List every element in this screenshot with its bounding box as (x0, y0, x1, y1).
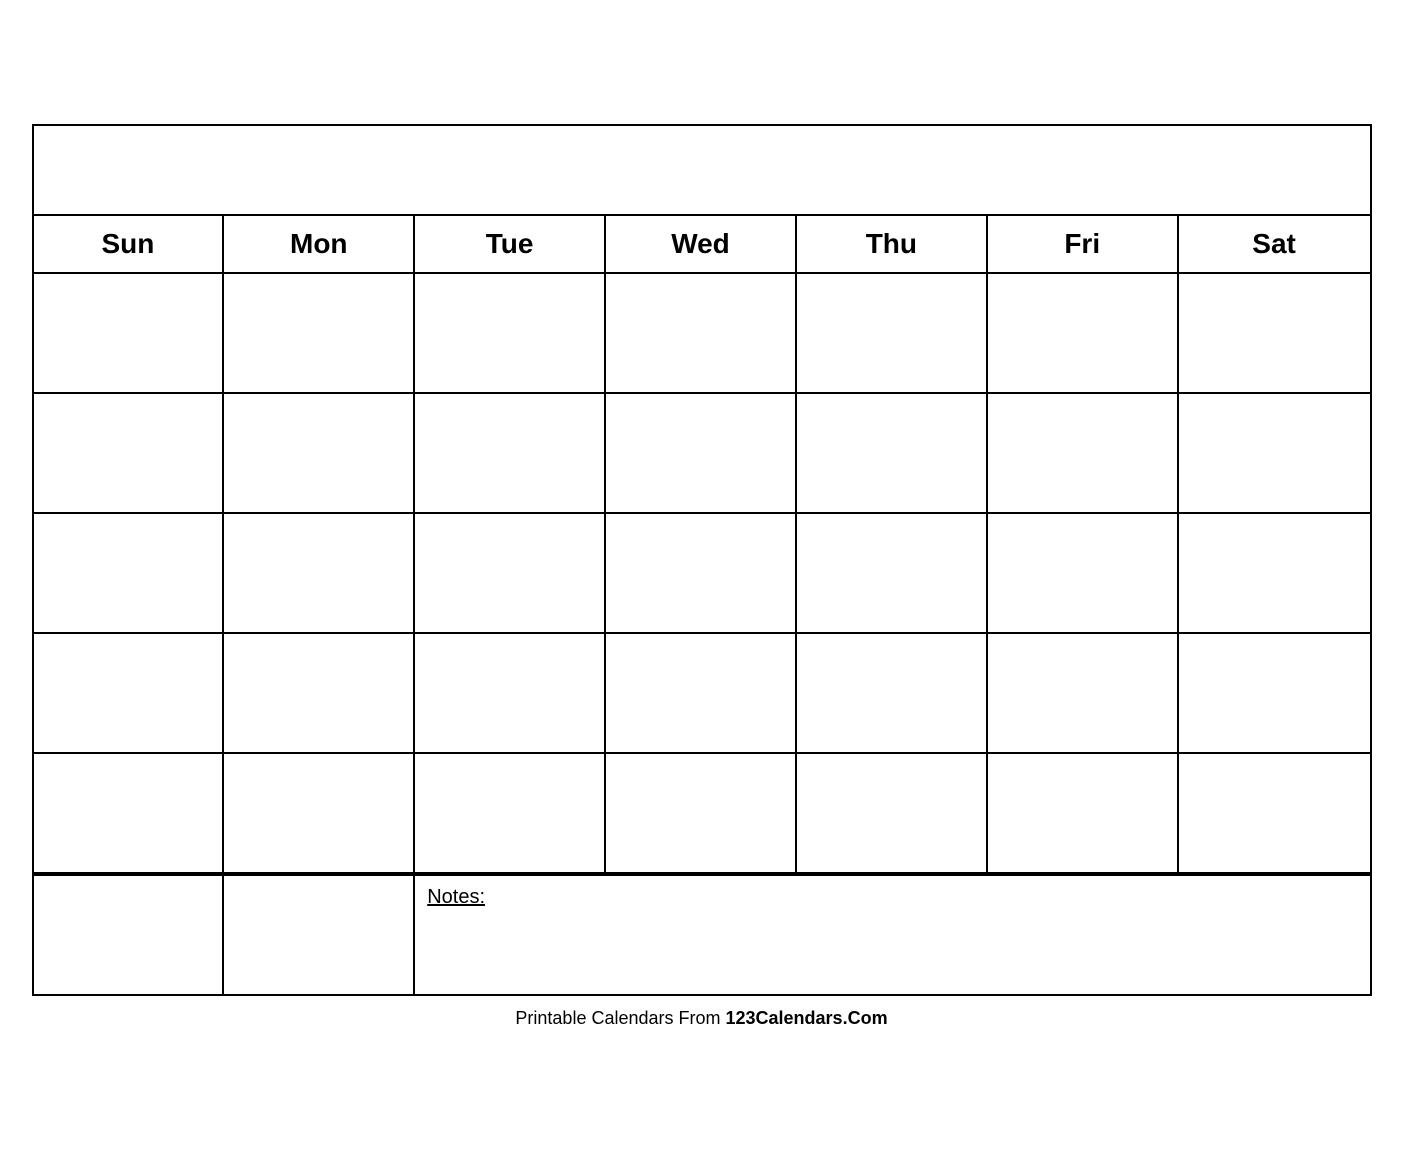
notes-row: Notes: (34, 874, 1370, 994)
cell-3-tue[interactable] (415, 514, 606, 632)
notes-empty-2 (224, 876, 415, 994)
cell-3-sat[interactable] (1179, 514, 1370, 632)
cell-3-wed[interactable] (606, 514, 797, 632)
cell-3-sun[interactable] (34, 514, 225, 632)
cell-3-thu[interactable] (797, 514, 988, 632)
cell-2-wed[interactable] (606, 394, 797, 512)
calendar-row-3 (34, 514, 1370, 634)
calendar-row-5 (34, 754, 1370, 874)
calendar-header: Sun Mon Tue Wed Thu Fri Sat (34, 216, 1370, 274)
cell-4-mon[interactable] (224, 634, 415, 752)
cell-4-sat[interactable] (1179, 634, 1370, 752)
cell-5-wed[interactable] (606, 754, 797, 872)
cell-4-tue[interactable] (415, 634, 606, 752)
header-thu: Thu (797, 216, 988, 272)
cell-2-tue[interactable] (415, 394, 606, 512)
cell-2-sat[interactable] (1179, 394, 1370, 512)
cell-1-mon[interactable] (224, 274, 415, 392)
header-mon: Mon (224, 216, 415, 272)
cell-1-thu[interactable] (797, 274, 988, 392)
cell-5-mon[interactable] (224, 754, 415, 872)
cell-5-tue[interactable] (415, 754, 606, 872)
header-fri: Fri (988, 216, 1179, 272)
calendar-row-1 (34, 274, 1370, 394)
cell-1-sat[interactable] (1179, 274, 1370, 392)
notes-content[interactable]: Notes: (415, 876, 1369, 994)
cell-3-fri[interactable] (988, 514, 1179, 632)
cell-2-mon[interactable] (224, 394, 415, 512)
header-sat: Sat (1179, 216, 1370, 272)
cell-4-wed[interactable] (606, 634, 797, 752)
cell-5-sun[interactable] (34, 754, 225, 872)
calendar-title-row (34, 126, 1370, 216)
cell-5-sat[interactable] (1179, 754, 1370, 872)
header-tue: Tue (415, 216, 606, 272)
calendar-container: Sun Mon Tue Wed Thu Fri Sat (32, 124, 1372, 996)
calendar-row-4 (34, 634, 1370, 754)
cell-5-fri[interactable] (988, 754, 1179, 872)
cell-5-thu[interactable] (797, 754, 988, 872)
notes-empty-1 (34, 876, 225, 994)
notes-label: Notes: (427, 886, 485, 908)
cell-2-thu[interactable] (797, 394, 988, 512)
header-sun: Sun (34, 216, 225, 272)
cell-1-wed[interactable] (606, 274, 797, 392)
footer-text-plain: Printable Calendars From (515, 1008, 725, 1028)
footer: Printable Calendars From 123Calendars.Co… (515, 1008, 887, 1029)
cell-1-tue[interactable] (415, 274, 606, 392)
calendar-row-2 (34, 394, 1370, 514)
cell-1-fri[interactable] (988, 274, 1179, 392)
cell-3-mon[interactable] (224, 514, 415, 632)
header-wed: Wed (606, 216, 797, 272)
cell-2-fri[interactable] (988, 394, 1179, 512)
cell-4-fri[interactable] (988, 634, 1179, 752)
calendar-body: Notes: (34, 274, 1370, 994)
cell-2-sun[interactable] (34, 394, 225, 512)
cell-4-thu[interactable] (797, 634, 988, 752)
cell-1-sun[interactable] (34, 274, 225, 392)
footer-text-bold: 123Calendars.Com (726, 1008, 888, 1028)
cell-4-sun[interactable] (34, 634, 225, 752)
